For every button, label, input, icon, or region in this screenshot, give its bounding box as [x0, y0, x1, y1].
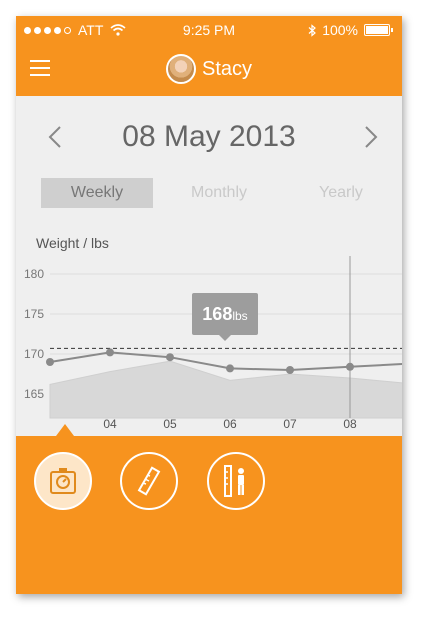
y-tick-label: 175 [24, 307, 44, 321]
value-tooltip: 168lbs [192, 293, 258, 341]
current-date: 08 May 2013 [122, 120, 296, 153]
tooltip-unit: lbs [232, 309, 248, 323]
action-bar [16, 436, 402, 594]
data-point [106, 348, 114, 357]
tooltip-value: 168 [202, 304, 233, 324]
battery-icon [364, 24, 393, 36]
tab-monthly[interactable]: Monthly [163, 178, 275, 208]
measurement-button[interactable] [120, 452, 178, 510]
status-bar: ATT 9:25 PM 100% [16, 16, 402, 44]
x-tick-label: 05 [163, 417, 177, 431]
x-tick-label: 07 [283, 417, 297, 431]
chevron-right-icon[interactable] [364, 126, 378, 148]
active-indicator [56, 424, 74, 436]
user-profile[interactable]: Stacy [16, 54, 402, 84]
y-tick-label: 165 [24, 387, 44, 401]
y-tick-label: 170 [24, 347, 44, 361]
phone-screen: ATT 9:25 PM 100% Stacy 08 May 2013 Weekl… [16, 16, 402, 594]
battery-percentage: 100% [322, 22, 358, 38]
data-point [166, 353, 174, 362]
y-tick-label: 180 [24, 267, 44, 281]
data-point [286, 366, 294, 374]
weight-panel: 08 May 2013 Weekly Monthly Yearly Weight… [16, 96, 402, 436]
nav-bar: Stacy [16, 44, 402, 96]
date-navigator: 08 May 2013 [16, 120, 402, 156]
weight-button[interactable] [34, 452, 92, 510]
height-measure-icon [224, 465, 244, 497]
bluetooth-icon [308, 23, 317, 37]
height-button[interactable] [207, 452, 265, 510]
avatar [165, 54, 196, 84]
user-name: Stacy [201, 57, 253, 80]
x-tick-label: 04 [103, 417, 117, 431]
data-point [46, 358, 54, 366]
tooltip-box: 168lbs [192, 293, 258, 335]
tab-weekly[interactable]: Weekly [41, 178, 153, 208]
weight-chart: 165 170 175 180 04 05 06 07 08 [24, 256, 402, 431]
ruler-icon [137, 466, 161, 496]
data-point [226, 364, 234, 373]
data-point [346, 362, 354, 371]
status-right: 100% [308, 22, 393, 38]
chart-title: Weight / lbs [36, 235, 109, 251]
tab-yearly[interactable]: Yearly [285, 178, 397, 208]
tooltip-tail [219, 335, 231, 341]
period-tabs: Weekly Monthly Yearly [41, 178, 402, 208]
x-tick-label: 08 [343, 417, 357, 431]
scale-icon [50, 468, 76, 494]
x-tick-label: 06 [223, 417, 237, 431]
